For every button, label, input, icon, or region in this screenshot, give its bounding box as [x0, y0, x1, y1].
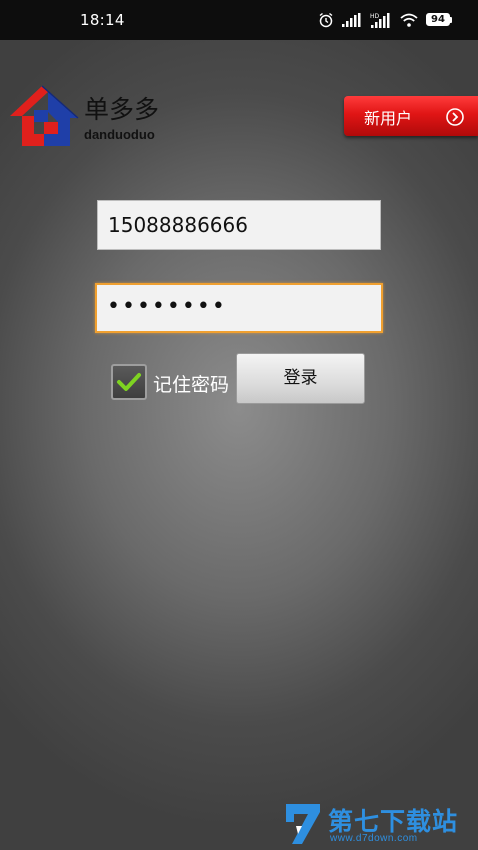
battery-icon: 94 — [426, 12, 454, 28]
password-input[interactable]: •••••••• — [95, 283, 383, 333]
app-logo-icon — [8, 82, 80, 150]
login-button[interactable]: 登录 — [236, 353, 365, 404]
alarm-icon — [318, 12, 334, 28]
remember-password-label: 记住密码 — [153, 374, 230, 396]
svg-text:HD: HD — [370, 13, 380, 20]
watermark-logo-icon — [286, 804, 320, 844]
new-user-label: 新用户 — [364, 109, 413, 128]
status-bar: 18:14 HD 94 — [0, 0, 478, 40]
chevron-right-circle-icon — [446, 108, 464, 126]
phone-number-input[interactable]: 15088886666 — [97, 200, 381, 250]
watermark-url: www.d7down.com — [330, 833, 418, 844]
brand-subtitle: danduoduo — [84, 127, 155, 142]
checkmark-icon — [117, 373, 141, 391]
watermark: 第七下载站 www.d7down.com — [282, 800, 478, 850]
hd-signal-icon: HD — [370, 12, 392, 28]
status-icons: HD 94 — [318, 10, 454, 30]
remember-password-checkbox[interactable] — [111, 364, 147, 400]
brand-name: 单多多 — [84, 95, 160, 124]
wifi-icon — [400, 13, 418, 27]
new-user-button[interactable]: 新用户 — [344, 96, 478, 136]
status-time: 18:14 — [80, 11, 125, 29]
battery-level: 94 — [431, 13, 445, 25]
signal-icon — [342, 13, 362, 27]
